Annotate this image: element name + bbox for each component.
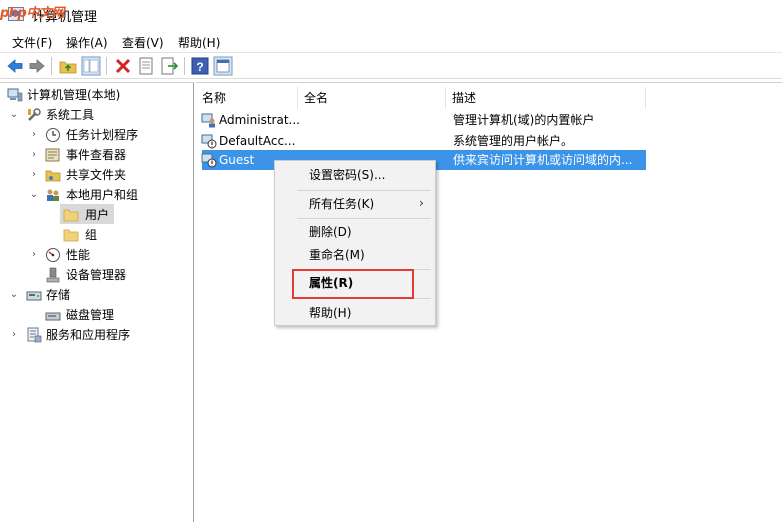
column-header-name[interactable]: 名称: [196, 87, 298, 109]
cell-description: 系统管理的用户帐户。: [453, 134, 574, 148]
tree-item-disk-management[interactable]: 磁盘管理: [0, 305, 190, 325]
cell-description: 供来宾访问计算机或访问域的内...: [453, 153, 633, 167]
tree-item-storage[interactable]: ⌄ 存储: [0, 285, 190, 305]
column-header-fullname[interactable]: 全名: [298, 87, 446, 109]
menu-separator: [297, 190, 431, 191]
menu-item-all-tasks[interactable]: 所有任务(K): [309, 194, 374, 214]
chevron-down-icon[interactable]: ⌄: [9, 285, 19, 305]
disk-icon: [45, 312, 61, 321]
toolbar-separator: [51, 57, 52, 75]
tree-item-computer-management[interactable]: 计算机管理(本地): [0, 85, 190, 105]
watermark: php中文网: [0, 6, 64, 21]
menu-bar: 文件(F) 操作(A) 查看(V) 帮助(H): [0, 31, 782, 53]
tree-item-system-tools[interactable]: ⌄ 系统工具: [0, 105, 190, 125]
context-menu: 设置密码(S)... 所有任务(K) › 删除(D) 重命名(M) 属性(R) …: [274, 160, 436, 326]
help-icon[interactable]: ?: [190, 56, 210, 76]
storage-icon: [26, 291, 42, 301]
computer-icon: [7, 88, 23, 102]
performance-icon: [46, 248, 60, 262]
chevron-right-icon[interactable]: ›: [29, 145, 39, 165]
chevron-right-icon[interactable]: ›: [29, 245, 39, 265]
properties-sheet-icon[interactable]: [136, 56, 156, 76]
menu-item-help[interactable]: 帮助(H): [309, 303, 351, 323]
export-icon[interactable]: [159, 56, 179, 76]
clock-icon: [46, 128, 60, 142]
menu-action[interactable]: 操作(A): [64, 34, 110, 51]
tree-item-local-users-groups[interactable]: ⌄ 本地用户和组: [0, 185, 190, 205]
menu-view[interactable]: 查看(V): [120, 34, 166, 51]
forward-icon[interactable]: [27, 56, 47, 76]
chevron-right-icon[interactable]: ›: [29, 165, 39, 185]
event-viewer-icon: [45, 148, 60, 162]
chevron-down-icon[interactable]: ⌄: [29, 185, 39, 205]
menu-item-set-password[interactable]: 设置密码(S)...: [309, 165, 385, 185]
menu-item-delete[interactable]: 删除(D): [309, 222, 352, 242]
users-group-icon: [47, 189, 59, 201]
cell-name: Administrat...: [219, 113, 299, 127]
cell-description: 管理计算机(域)的内置帐户: [453, 113, 595, 127]
disabled-user-icon: [201, 134, 217, 149]
services-icon: [27, 327, 42, 343]
annotation-highlight-box: [292, 269, 414, 299]
tools-icon: [28, 108, 41, 121]
tree-item-groups[interactable]: 组: [0, 225, 190, 245]
toolbar-separator: [106, 57, 107, 75]
user-icon: [201, 113, 215, 128]
chevron-down-icon[interactable]: ⌄: [9, 105, 19, 125]
tree-item-task-scheduler[interactable]: › 任务计划程序: [0, 125, 190, 145]
delete-icon[interactable]: [113, 56, 133, 76]
folder-icon: [63, 209, 79, 222]
svg-text:?: ?: [196, 60, 203, 74]
chevron-right-icon[interactable]: ›: [29, 125, 39, 145]
tree-item-users[interactable]: 用户: [0, 205, 190, 225]
view-icon[interactable]: [213, 56, 233, 76]
menu-file[interactable]: 文件(F): [10, 34, 54, 51]
tree-item-shared-folders[interactable]: › 共享文件夹: [0, 165, 190, 185]
back-icon[interactable]: [5, 56, 25, 76]
tree-item-event-viewer[interactable]: › 事件查看器: [0, 145, 190, 165]
menu-item-rename[interactable]: 重命名(M): [309, 245, 365, 265]
disabled-user-icon: [201, 153, 217, 168]
up-folder-icon[interactable]: [58, 56, 78, 76]
table-row-defaultaccount[interactable]: DefaultAcc... 系统管理的用户帐户。: [196, 131, 646, 151]
table-row-administrator[interactable]: Administrat... 管理计算机(域)的内置帐户: [196, 110, 646, 130]
cell-name: DefaultAcc...: [219, 134, 296, 148]
toolbar: ?: [0, 53, 782, 79]
folder-icon: [63, 229, 79, 242]
chevron-right-icon: ›: [419, 196, 424, 210]
menu-separator: [297, 218, 431, 219]
column-header-description[interactable]: 描述: [446, 87, 646, 109]
navigation-tree: 计算机管理(本地) ⌄ 系统工具 › 任务计划程序 › 事件查看器 › 共享文件…: [0, 82, 194, 522]
shared-folder-icon: [45, 170, 61, 182]
tree-item-services-applications[interactable]: › 服务和应用程序: [0, 325, 190, 345]
tree-item-performance[interactable]: › 性能: [0, 245, 190, 265]
chevron-right-icon[interactable]: ›: [9, 325, 19, 345]
show-tree-icon[interactable]: [81, 56, 101, 76]
menu-help[interactable]: 帮助(H): [176, 34, 222, 51]
title-bar: 计算机管理 php中文网: [0, 0, 782, 30]
toolbar-separator: [184, 57, 185, 75]
tree-item-device-manager[interactable]: 设备管理器: [0, 265, 190, 285]
device-manager-icon: [46, 267, 60, 283]
